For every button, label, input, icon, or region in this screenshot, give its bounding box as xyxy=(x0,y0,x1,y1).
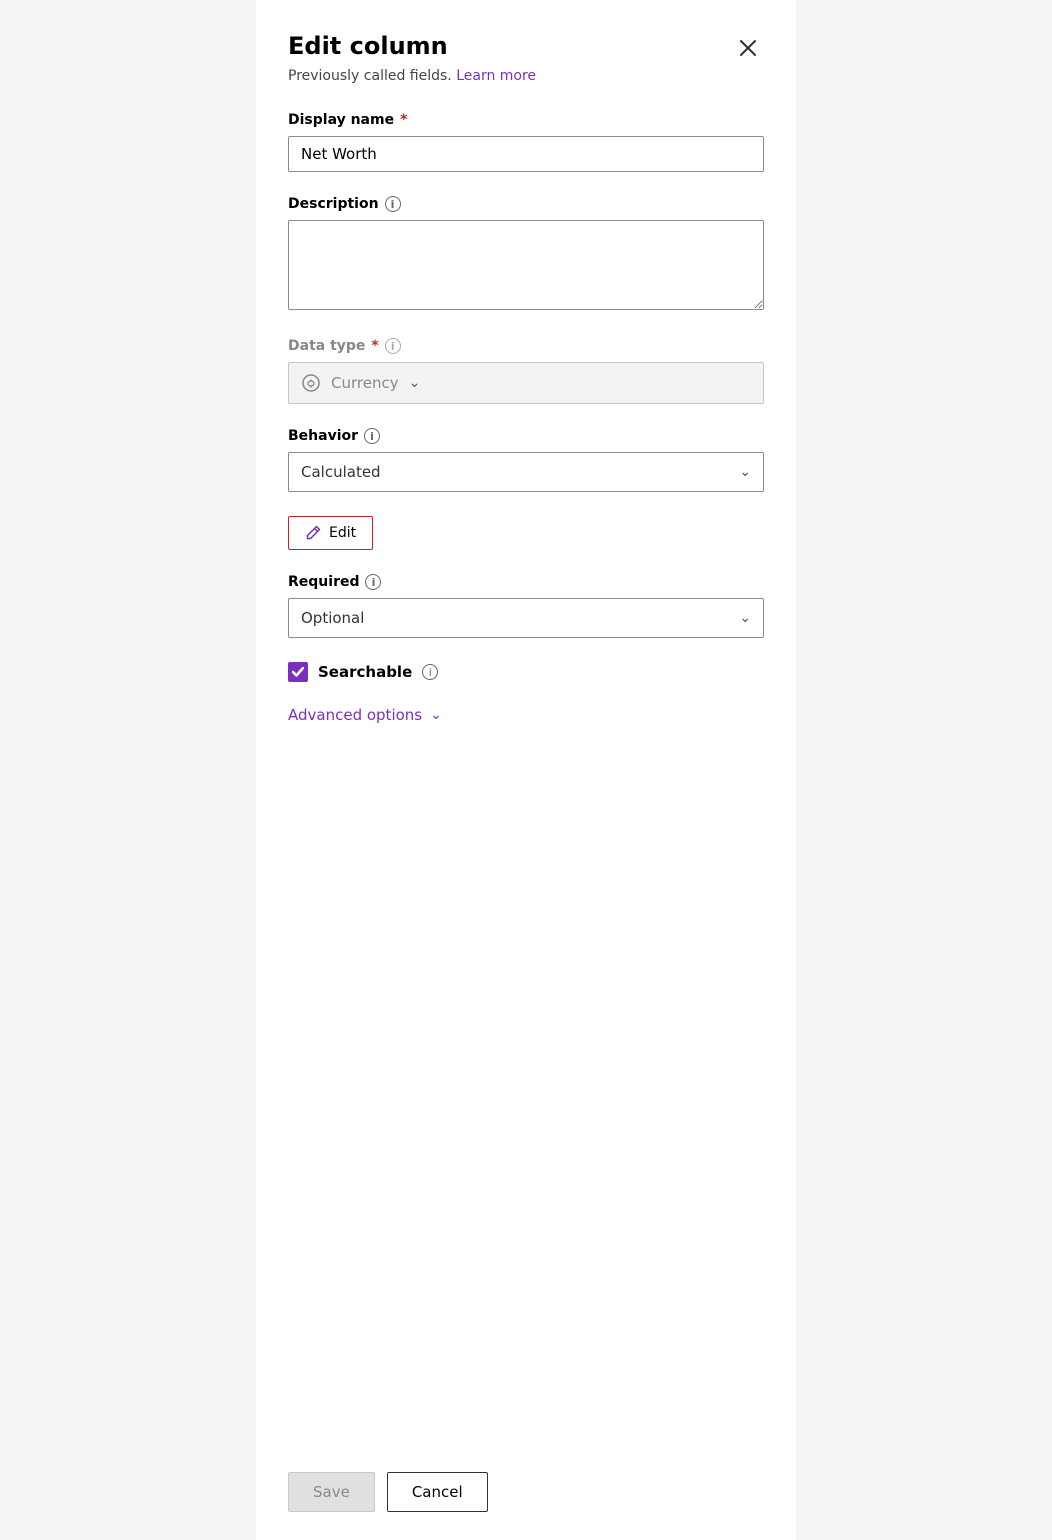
description-input[interactable] xyxy=(288,220,764,310)
behavior-label: Behavior i xyxy=(288,428,764,444)
display-name-label: Display name * xyxy=(288,112,764,128)
edit-calculated-button[interactable]: Edit xyxy=(288,516,373,550)
close-button[interactable] xyxy=(732,32,764,64)
data-type-label: Data type * i xyxy=(288,338,764,354)
behavior-group: Behavior i Calculated ⌄ xyxy=(288,428,764,492)
checkmark-icon xyxy=(292,667,304,677)
required-label: Required i xyxy=(288,574,764,590)
required-select[interactable]: Optional ⌄ xyxy=(288,598,764,638)
data-type-select: Currency ⌄ xyxy=(288,362,764,404)
searchable-checkbox[interactable] xyxy=(288,662,308,682)
advanced-options-row[interactable]: Advanced options ⌄ xyxy=(288,706,764,724)
data-type-info-icon: i xyxy=(385,338,401,354)
behavior-select[interactable]: Calculated ⌄ xyxy=(288,452,764,492)
behavior-chevron-icon: ⌄ xyxy=(739,464,751,480)
learn-more-link[interactable]: Learn more xyxy=(456,68,536,84)
required-group: Required i Optional ⌄ xyxy=(288,574,764,638)
display-name-group: Display name * xyxy=(288,112,764,172)
searchable-info-icon: i xyxy=(422,664,438,680)
close-icon xyxy=(739,39,757,57)
edit-button-container: Edit xyxy=(288,516,764,574)
data-type-select-wrapper: Currency ⌄ xyxy=(288,362,764,404)
description-group: Description i xyxy=(288,196,764,314)
advanced-options-label: Advanced options xyxy=(288,706,422,724)
panel-title: Edit column xyxy=(288,32,448,60)
pencil-icon xyxy=(305,525,321,541)
description-label: Description i xyxy=(288,196,764,212)
cancel-button[interactable]: Cancel xyxy=(387,1472,488,1512)
behavior-info-icon: i xyxy=(364,428,380,444)
required-chevron-icon: ⌄ xyxy=(739,610,751,626)
required-select-wrapper: Optional ⌄ xyxy=(288,598,764,638)
required-star: * xyxy=(400,112,407,128)
data-type-required-star: * xyxy=(371,338,378,354)
subtitle: Previously called fields. Learn more xyxy=(288,68,764,84)
data-type-group: Data type * i Currency ⌄ xyxy=(288,338,764,404)
save-button[interactable]: Save xyxy=(288,1472,375,1512)
footer-buttons: Save Cancel xyxy=(288,1472,488,1512)
searchable-label: Searchable xyxy=(318,663,412,681)
required-info-icon: i xyxy=(365,574,381,590)
currency-icon xyxy=(301,373,321,393)
data-type-chevron-icon: ⌄ xyxy=(409,375,421,391)
searchable-row: Searchable i xyxy=(288,662,764,682)
advanced-options-chevron-icon: ⌄ xyxy=(430,707,442,723)
edit-column-panel: Edit column Previously called fields. Le… xyxy=(256,0,796,1540)
behavior-select-wrapper: Calculated ⌄ xyxy=(288,452,764,492)
display-name-input[interactable] xyxy=(288,136,764,172)
description-info-icon: i xyxy=(385,196,401,212)
panel-header: Edit column xyxy=(288,32,764,64)
